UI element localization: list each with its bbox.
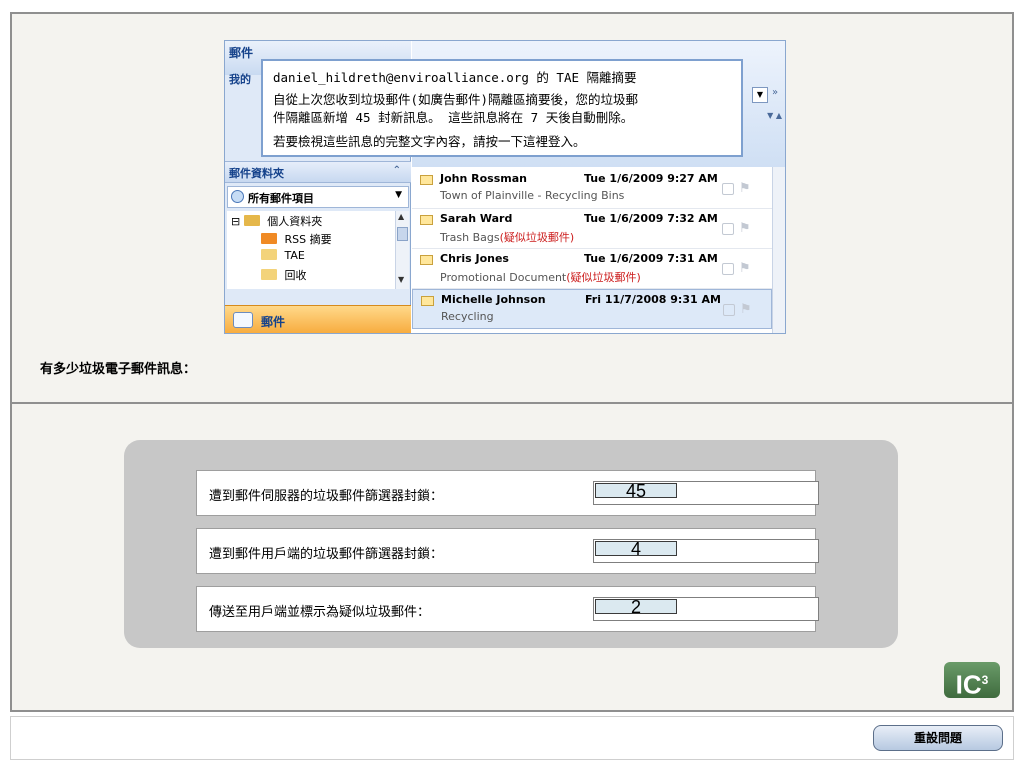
tree-item-label: 個人資料夾 — [267, 215, 323, 228]
scroll-up-icon: ▲ — [398, 212, 405, 221]
popup-text-line: 自從上次您收到垃圾郵件(如廣告郵件)隔離區摘要後，您的垃圾郵 — [273, 92, 639, 107]
answer-value-field[interactable]: 45 — [595, 482, 677, 500]
popup-title: daniel_hildreth@enviroalliance.org 的 TAE… — [273, 70, 637, 85]
message-list-scrollbar — [772, 167, 785, 333]
flag-icon: ⚑ — [739, 261, 751, 276]
scroll-thumb — [397, 227, 408, 241]
email-row: John Rossman Tue 1/6/2009 9:27 AM Town o… — [412, 169, 772, 209]
envelope-icon — [420, 255, 433, 265]
answer-label: 遭到郵件用戶端的垃圾郵件篩選器封鎖： — [209, 547, 444, 562]
footer-bar: 重設問題 — [10, 716, 1014, 760]
all-mail-items-dropdown: 所有郵件項目 ▼ — [227, 186, 409, 208]
email-date: Fri 11/7/2008 9:31 AM — [585, 293, 721, 306]
email-row: Sarah Ward Tue 1/6/2009 7:32 AM Trash Ba… — [412, 209, 772, 249]
dropdown-arrow-icon: ▼ — [395, 190, 402, 200]
scroll-down-icon: ▼ — [398, 275, 405, 284]
personal-folders-icon — [243, 215, 260, 226]
tree-item-label: RSS 摘要 — [284, 233, 332, 246]
tree-item-label: 回收 — [284, 269, 307, 282]
rss-icon — [261, 233, 277, 244]
envelope-icon — [420, 215, 433, 225]
double-chevron-icon: » — [772, 87, 779, 98]
answer-label: 遭到郵件伺服器的垃圾郵件篩選器封鎖： — [209, 489, 444, 504]
answer-card: 遭到郵件伺服器的垃圾郵件篩選器封鎖： 45 遭到郵件用戶端的垃圾郵件篩選器封鎖：… — [124, 440, 898, 648]
flag-icon: ⚑ — [739, 221, 751, 236]
answer-row: 遭到郵件伺服器的垃圾郵件篩選器封鎖： 45 — [196, 470, 819, 516]
folder-icon — [261, 269, 277, 280]
email-row: Chris Jones Tue 1/6/2009 7:31 AM Promoti… — [412, 249, 772, 289]
logo-text: IC — [955, 669, 982, 700]
arrange-dropdown-icon: ▼ — [752, 87, 768, 103]
all-mail-items-label: 所有郵件項目 — [248, 192, 314, 205]
answer-row: 傳送至用戶端並標示為疑似垃圾郵件： 2 — [196, 586, 819, 632]
answer-value-field[interactable]: 4 — [595, 540, 677, 558]
email-subject: Town of Plainville - Recycling Bins — [440, 189, 625, 202]
category-icon — [722, 263, 734, 275]
sort-arrows-icon: ▼ ▲ — [767, 111, 782, 120]
tree-item-personal: ⊟ 個人資料夾 — [231, 213, 322, 229]
quarantine-summary-popup: daniel_hildreth@enviroalliance.org 的 TAE… — [261, 59, 743, 157]
popup-login-text: 若要檢視這些訊息的完整文字內容，請按一下這裡登入。 — [273, 134, 586, 149]
reset-question-button[interactable]: 重設問題 — [873, 725, 1003, 751]
envelope-icon — [420, 175, 433, 185]
tree-scrollbar: ▲ ▼ — [395, 211, 409, 289]
nav-my-label: 我的 — [229, 73, 251, 86]
envelope-icon — [421, 296, 434, 306]
folder-tree: ⊟ 個人資料夾 RSS 摘要 TAE 回收 ▲ ▼ — [227, 211, 409, 289]
email-sender: Chris Jones — [440, 252, 509, 265]
flag-icon: ⚑ — [739, 181, 751, 196]
tree-item-recycle: 回收 — [261, 267, 307, 283]
email-sender: Michelle Johnson — [441, 293, 546, 306]
category-icon — [723, 304, 735, 316]
answer-row: 遭到郵件用戶端的垃圾郵件篩選器封鎖： 4 — [196, 528, 819, 574]
flag-icon: ⚑ — [740, 302, 752, 317]
mail-nav-label: 郵件 — [261, 315, 286, 329]
email-sender: John Rossman — [440, 172, 527, 185]
ic3-logo: IC3 — [944, 662, 1000, 700]
popup-text-line: 件隔離區新增 45 封新訊息。 這些訊息將在 7 天後自動刪除。 — [273, 110, 634, 125]
email-date: Tue 1/6/2009 9:27 AM — [584, 172, 718, 185]
answer-label: 傳送至用戶端並標示為疑似垃圾郵件： — [209, 605, 431, 620]
email-sender: Sarah Ward — [440, 212, 513, 225]
answer-value-field[interactable]: 2 — [595, 598, 677, 616]
expand-toggle-icon: ⊟ — [231, 215, 241, 228]
mail-folders-header: 郵件資料夾 ⌃ — [225, 161, 411, 183]
question-panel: 郵件 我的 郵件資料夾 ⌃ 所有郵件項目 ▼ ⊟ 個人資料夾 RSS 摘要 TA… — [12, 14, 1012, 404]
tree-item-rss: RSS 摘要 — [261, 231, 332, 247]
email-subject: Promotional Document(疑似垃圾郵件) — [440, 271, 641, 284]
folder-icon — [261, 249, 277, 260]
outlook-screenshot: 郵件 我的 郵件資料夾 ⌃ 所有郵件項目 ▼ ⊟ 個人資料夾 RSS 摘要 TA… — [224, 40, 786, 334]
category-icon — [722, 183, 734, 195]
question-prompt: 有多少垃圾電子郵件訊息： — [40, 362, 197, 377]
email-subject: Recycling — [441, 310, 494, 323]
tree-item-tae: TAE — [261, 249, 305, 262]
search-folder-icon — [231, 190, 244, 203]
email-date: Tue 1/6/2009 7:32 AM — [584, 212, 718, 225]
mail-nav-button: 郵件 — [225, 305, 411, 333]
email-row-selected: Michelle Johnson Fri 11/7/2008 9:31 AM R… — [412, 289, 772, 329]
question-frame: 郵件 我的 郵件資料夾 ⌃ 所有郵件項目 ▼ ⊟ 個人資料夾 RSS 摘要 TA… — [10, 12, 1014, 712]
collapse-chevron-icon: ⌃ — [392, 165, 401, 176]
answer-panel: 遭到郵件伺服器的垃圾郵件篩選器封鎖： 45 遭到郵件用戶端的垃圾郵件篩選器封鎖：… — [12, 406, 1012, 710]
tree-item-label: TAE — [284, 249, 305, 262]
mail-folders-label: 郵件資料夾 — [229, 167, 284, 180]
category-icon — [722, 223, 734, 235]
mail-envelope-icon — [233, 312, 253, 328]
email-subject: Trash Bags(疑似垃圾郵件) — [440, 231, 575, 244]
logo-superscript: 3 — [981, 673, 989, 687]
email-date: Tue 1/6/2009 7:31 AM — [584, 252, 718, 265]
